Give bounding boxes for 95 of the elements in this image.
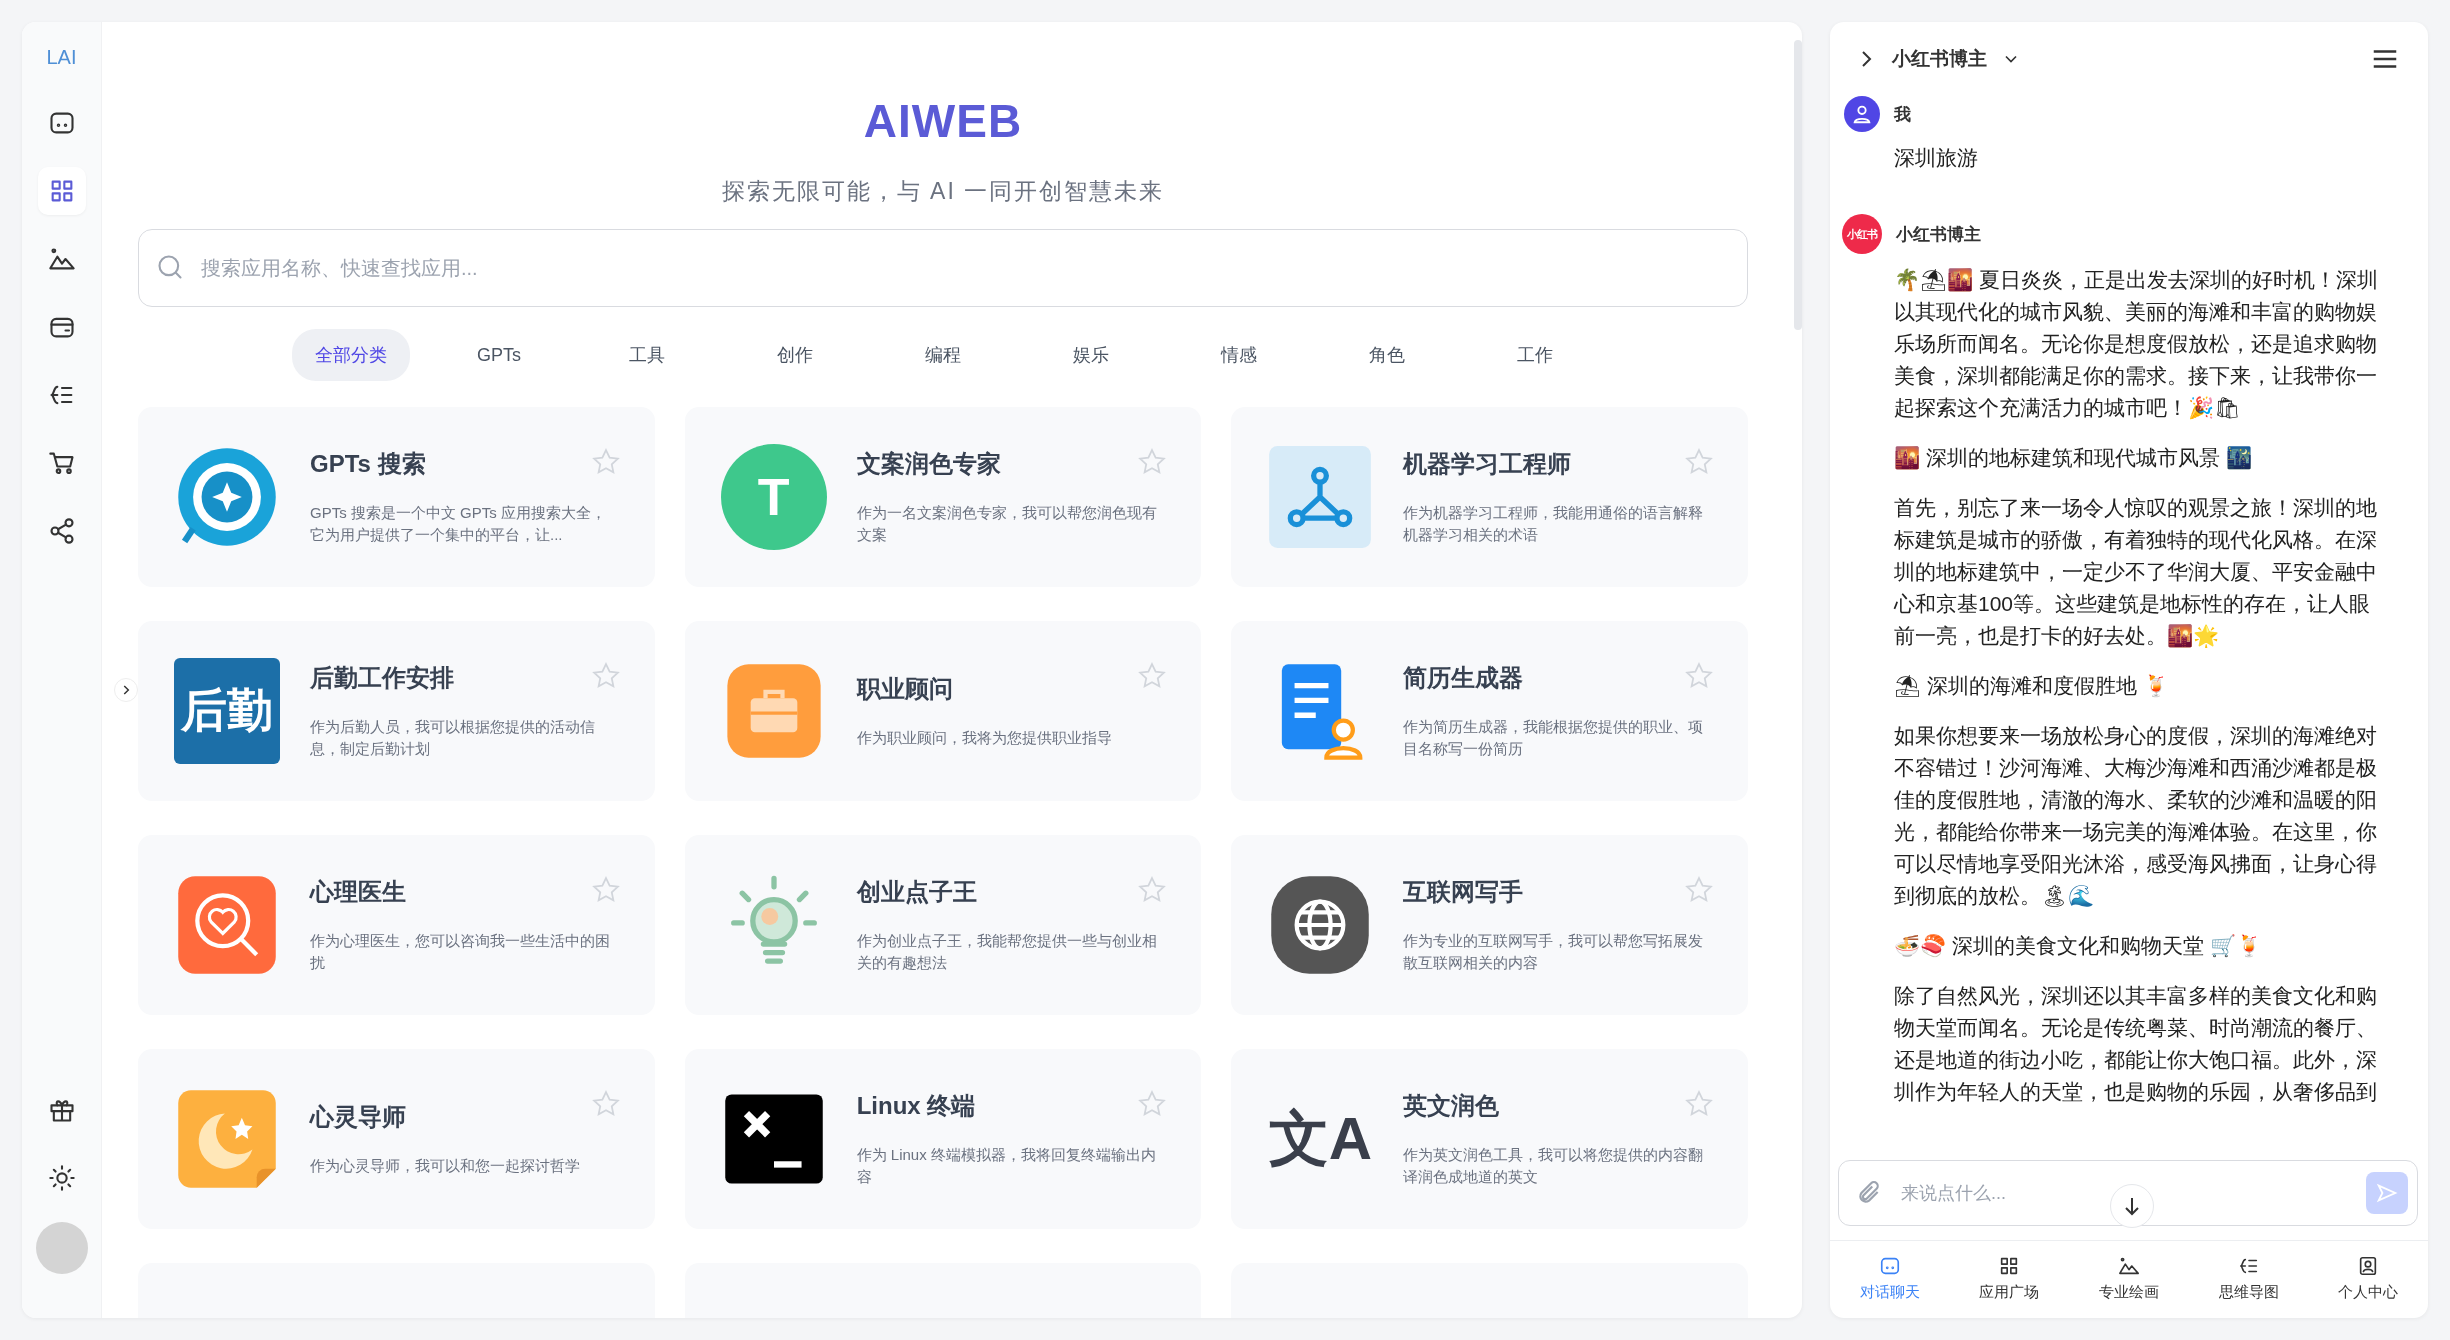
message-text: ⛱ 深圳的海滩和度假胜地 🍹 bbox=[1894, 673, 2170, 699]
bottom-nav-item[interactable]: 应用广场 bbox=[1949, 1249, 2070, 1308]
app-title: 职业顾问 bbox=[856, 674, 953, 704]
app-description: 作为 Linux 终端模拟器，我将回复终端输出内容 bbox=[856, 1145, 1157, 1187]
category-tab[interactable]: 编程 bbox=[884, 329, 1002, 381]
sun-icon bbox=[47, 1164, 76, 1192]
app-title: GPTs 搜索 bbox=[310, 449, 426, 479]
app-card[interactable]: Linux 终端 作为 Linux 终端模拟器，我将回复终端输出内容 bbox=[684, 1049, 1202, 1229]
translate-icon: 文A bbox=[1267, 1086, 1374, 1192]
app-title: 心理医生 bbox=[310, 877, 406, 907]
assistant-avatar: 小红书 bbox=[1842, 214, 1882, 254]
app-description: 作为职业顾问，我将为您提供职业指导 bbox=[856, 728, 1113, 748]
app-card[interactable]: 机器学习工程师 作为机器学习工程师，我能用通俗的语言解释机器学习相关的术语 bbox=[1231, 407, 1748, 587]
app-description: 作为简历生成器，我能根据您提供的职业、项目名称写一份简历 bbox=[1403, 717, 1704, 759]
person-icon bbox=[1851, 103, 1873, 125]
app-description: 作为一名文案润色专家，我可以帮您润色现有文案 bbox=[856, 503, 1158, 545]
message-text: 🍜🍣 深圳的美食文化和购物天堂 🛒🍹 bbox=[1894, 933, 2263, 959]
star-icon[interactable] bbox=[1684, 875, 1714, 905]
app-card[interactable]: 创业点子王 作为创业点子王，我能帮您提供一些与创业相关的有趣想法 bbox=[684, 835, 1202, 1015]
message-input[interactable]: 来说点什么... bbox=[1838, 1160, 2418, 1226]
category-tab[interactable]: 工具 bbox=[588, 329, 706, 381]
star-icon[interactable] bbox=[1684, 661, 1714, 691]
star-icon[interactable] bbox=[590, 661, 621, 691]
send-icon bbox=[2376, 1182, 2398, 1204]
category-tab[interactable]: 娱乐 bbox=[1032, 329, 1150, 381]
bottom-nav-item[interactable]: 个人中心 bbox=[2308, 1249, 2428, 1308]
app-description: 作为英文润色工具，我可以将您提供的内容翻译润色成地道的英文 bbox=[1403, 1145, 1704, 1187]
app-description: 作为创业点子王，我能帮您提供一些与创业相关的有趣想法 bbox=[856, 931, 1158, 973]
assistant-name: 小红书博主 bbox=[1892, 47, 1987, 71]
message-text: 深圳旅游 bbox=[1894, 145, 1979, 171]
app-description: 作为机器学习工程师，我能用通俗的语言解释机器学习相关的术语 bbox=[1403, 503, 1704, 545]
category-tab[interactable]: 创作 bbox=[736, 329, 854, 381]
sender-name: 我 bbox=[1894, 103, 1911, 126]
scrollbar[interactable] bbox=[1794, 40, 1802, 330]
category-tab[interactable]: 全部分类 bbox=[292, 329, 410, 381]
search-icon bbox=[156, 253, 184, 281]
sender-name: 小红书博主 bbox=[1896, 223, 1981, 246]
app-logo: 后勤 bbox=[174, 658, 280, 764]
page-title: AIWEB bbox=[862, 94, 1024, 148]
paperclip-icon[interactable] bbox=[1856, 1180, 1882, 1206]
app-card[interactable]: T 文案润色专家 作为一名文案润色专家，我可以帮您润色现有文案 bbox=[684, 407, 1202, 587]
star-icon[interactable] bbox=[590, 875, 621, 905]
star-icon[interactable] bbox=[1137, 875, 1168, 905]
app-card[interactable]: 心理医生 作为心理医生，您可以咨询我一些生活中的困扰 bbox=[138, 835, 655, 1015]
message-text: 如果你想要来一场放松身心的度假，深圳的海滩绝对不容错过！沙河海滩、大梅沙海滩和西涌沙滩都是极佳的度假胜地，清澈的海水、柔软的沙滩和温暖的阳光，都能给你带来一场完美的海滩体验。在这里，你可以尽情地享受阳光沐浴，感受海风拂面，让身心得到彻底的放松。🏝🌊 bbox=[1894, 723, 2378, 909]
bottom-nav-item[interactable]: 专业绘画 bbox=[2069, 1249, 2189, 1308]
app-description: 作为后勤人员，我可以根据您提供的活动信息，制定后勤计划 bbox=[310, 717, 596, 759]
star-icon[interactable] bbox=[1137, 1089, 1168, 1119]
category-tab[interactable]: GPTs bbox=[440, 329, 558, 381]
grid-nav-button[interactable] bbox=[37, 167, 86, 215]
subtitle: 探索无限可能，与 AI 一同开创智慧未来 bbox=[720, 177, 1166, 206]
message-text: 首先，别忘了来一场令人惊叹的观景之旅！深圳的地标建筑是城市的骄傲，有着独特的现代化风格。在深圳的地标建筑中，一定少不了华润大厦、平安金融中心和京基100等。这些建筑是地标性的存在，让人眼前一亮，也是打卡的好去处。🌇🌟 bbox=[1894, 495, 2378, 650]
message-text: 🌴⛱🌇 夏日炎炎，正是出发去深圳的好时机！深圳以其现代化的城市风貌、美丽的海滩和丰富的购物娱乐场所而闻名。无论你是想度假放松，还是追求购物美食，深圳都能满足你的需求。接下来，让我带你一起探索这个充满活力的城市吧！🎉🛍 bbox=[1894, 267, 2379, 422]
app-description: 作为心理医生，您可以咨询我一些生活中的困扰 bbox=[310, 931, 611, 973]
app-title: 英文润色 bbox=[1403, 1091, 1500, 1121]
category-tab[interactable]: 情感 bbox=[1180, 329, 1298, 381]
app-card[interactable]: GPTs 搜索 GPTs 搜索是一个中文 GPTs 应用搜索大全，它为用户提供了一个集中的平台，让... bbox=[138, 407, 655, 587]
app-card[interactable]: 心灵导师 作为心灵导师，我可以和您一起探讨哲学 bbox=[138, 1049, 655, 1229]
app-title: 简历生成器 bbox=[1403, 663, 1524, 693]
app-title: 后勤工作安排 bbox=[310, 663, 454, 693]
star-icon[interactable] bbox=[1137, 661, 1168, 691]
molecule-icon bbox=[1267, 444, 1374, 550]
search-field[interactable]: 搜索应用名称、快速查找应用... bbox=[138, 229, 1748, 307]
expand-button[interactable] bbox=[114, 678, 138, 702]
avatar[interactable] bbox=[35, 1222, 88, 1274]
app-title: 心灵导师 bbox=[310, 1102, 406, 1132]
app-card[interactable]: 后勤 后勤工作安排 作为后勤人员，我可以根据您提供的活动信息，制定后勤计划 bbox=[138, 621, 655, 801]
app-description: 作为专业的互联网写手，我可以帮您写拓展发散互联网相关的内容 bbox=[1403, 931, 1704, 973]
app-logo: T bbox=[720, 444, 827, 550]
send-button[interactable] bbox=[2366, 1172, 2408, 1214]
mountain-icon bbox=[2118, 1255, 2140, 1277]
category-tab[interactable]: 角色 bbox=[1328, 329, 1446, 381]
bottom-nav-item[interactable]: 思维导图 bbox=[2188, 1249, 2309, 1308]
app-card[interactable]: 文A 英文润色 作为英文润色工具，我可以将您提供的内容翻译润色成地道的英文 bbox=[1231, 1049, 1748, 1229]
app-title: 创业点子王 bbox=[856, 877, 977, 907]
logo: LAI bbox=[46, 46, 77, 69]
star-icon[interactable] bbox=[1684, 447, 1714, 477]
chat-bubble-icon bbox=[1878, 1255, 1901, 1277]
app-card[interactable]: 互联网写手 作为专业的互联网写手，我可以帮您写拓展发散互联网相关的内容 bbox=[1231, 835, 1748, 1015]
star-icon[interactable] bbox=[1684, 1089, 1714, 1119]
app-title: 文案润色专家 bbox=[856, 449, 1001, 479]
app-description: 作为心灵导师，我可以和您一起探讨哲学 bbox=[310, 1156, 581, 1176]
category-tab[interactable]: 工作 bbox=[1476, 329, 1594, 381]
app-description: GPTs 搜索是一个中文 GPTs 应用搜索大全，它为用户提供了一个集中的平台，让... bbox=[310, 503, 607, 545]
message-text: 除了自然风光，深圳还以其丰富多样的美食文化和购物天堂而闻名。无论是传统粤菜、时尚潮流的餐厅、还是地道的街边小吃，都能让你大饱口福。此外，深圳作为年轻人的天堂，也是购物的乐园，从奢侈品到 bbox=[1894, 983, 2378, 1105]
star-icon[interactable] bbox=[590, 447, 621, 477]
app-title: 互联网写手 bbox=[1403, 877, 1524, 907]
star-icon[interactable] bbox=[1137, 447, 1168, 477]
message-text: 🌇 深圳的地标建筑和现代城市风景 🌃 bbox=[1894, 445, 2253, 472]
star-icon[interactable] bbox=[590, 1089, 621, 1119]
app-title: 机器学习工程师 bbox=[1403, 449, 1572, 479]
app-card[interactable]: 职业顾问 作为职业顾问，我将为您提供职业指导 bbox=[684, 621, 1202, 801]
bottom-nav-item[interactable]: 对话聊天 bbox=[1830, 1249, 1950, 1308]
app-card[interactable]: 简历生成器 作为简历生成器，我能根据您提供的职业、项目名称写一份简历 bbox=[1231, 621, 1748, 801]
app-title: Linux 终端 bbox=[856, 1091, 976, 1121]
